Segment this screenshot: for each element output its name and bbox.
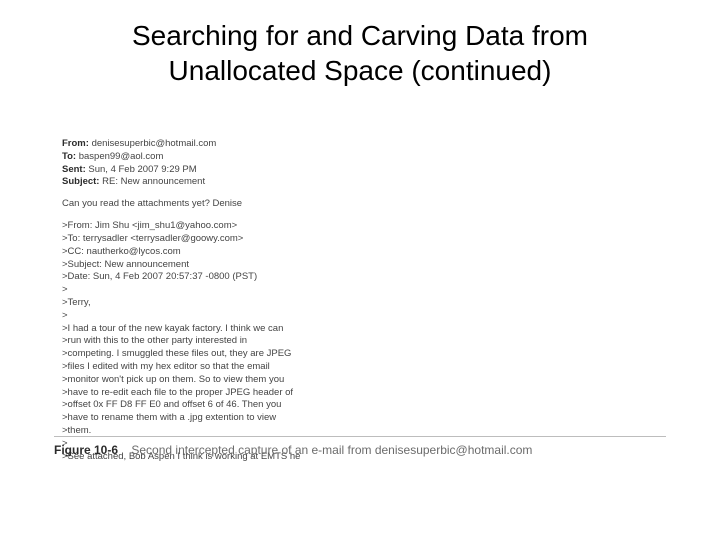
email-body-line: >have to re-edit each file to the proper…: [62, 387, 362, 400]
from-label: From:: [62, 138, 89, 149]
email-body-line: >run with this to the other party intere…: [62, 335, 362, 348]
email-body-line: >From: Jim Shu <jim_shu1@yahoo.com>: [62, 220, 362, 233]
email-body-line: >To: terrysadler <terrysadler@goowy.com>: [62, 233, 362, 246]
slide: Searching for and Carving Data from Unal…: [0, 0, 720, 540]
email-body-line: >: [62, 310, 362, 323]
to-value: baspen99@aol.com: [79, 151, 164, 162]
sent-value: Sun, 4 Feb 2007 9:29 PM: [88, 164, 196, 175]
subject-value: RE: New announcement: [102, 176, 205, 187]
email-header-from: From: denisesuperbic@hotmail.com: [62, 138, 362, 151]
email-body-line: >Date: Sun, 4 Feb 2007 20:57:37 -0800 (P…: [62, 271, 362, 284]
email-body-line: >Terry,: [62, 297, 362, 310]
email-body-line: >monitor won't pick up on them. So to vi…: [62, 374, 362, 387]
email-body-line: >Subject: New announcement: [62, 259, 362, 272]
to-label: To:: [62, 151, 76, 162]
figure-caption: Second intercepted capture of an e-mail …: [131, 443, 532, 457]
email-body-line: >: [62, 284, 362, 297]
email-body-line: >CC: nautherko@lycos.com: [62, 246, 362, 259]
email-body-line: >competing. I smuggled these files out, …: [62, 348, 362, 361]
figure-caption-row: Figure 10-6 Second intercepted capture o…: [54, 436, 666, 457]
email-body-line: >files I edited with my hex editor so th…: [62, 361, 362, 374]
email-header-subject: Subject: RE: New announcement: [62, 176, 362, 189]
subject-label: Subject:: [62, 176, 99, 187]
email-body-line: >I had a tour of the new kayak factory. …: [62, 323, 362, 336]
email-header-to: To: baspen99@aol.com: [62, 151, 362, 164]
page-title: Searching for and Carving Data from Unal…: [0, 0, 720, 88]
email-body-line: >offset 0x FF D8 FF E0 and offset 6 of 4…: [62, 399, 362, 412]
email-body-line: >have to rename them with a .jpg extenti…: [62, 412, 362, 425]
email-header-sent: Sent: Sun, 4 Feb 2007 9:29 PM: [62, 164, 362, 177]
sent-label: Sent:: [62, 164, 86, 175]
figure-label: Figure 10-6: [54, 443, 118, 457]
from-value: denisesuperbic@hotmail.com: [92, 138, 217, 149]
email-body-line: Can you read the attachments yet? Denise: [62, 198, 362, 211]
email-capture: From: denisesuperbic@hotmail.com To: bas…: [62, 138, 362, 464]
